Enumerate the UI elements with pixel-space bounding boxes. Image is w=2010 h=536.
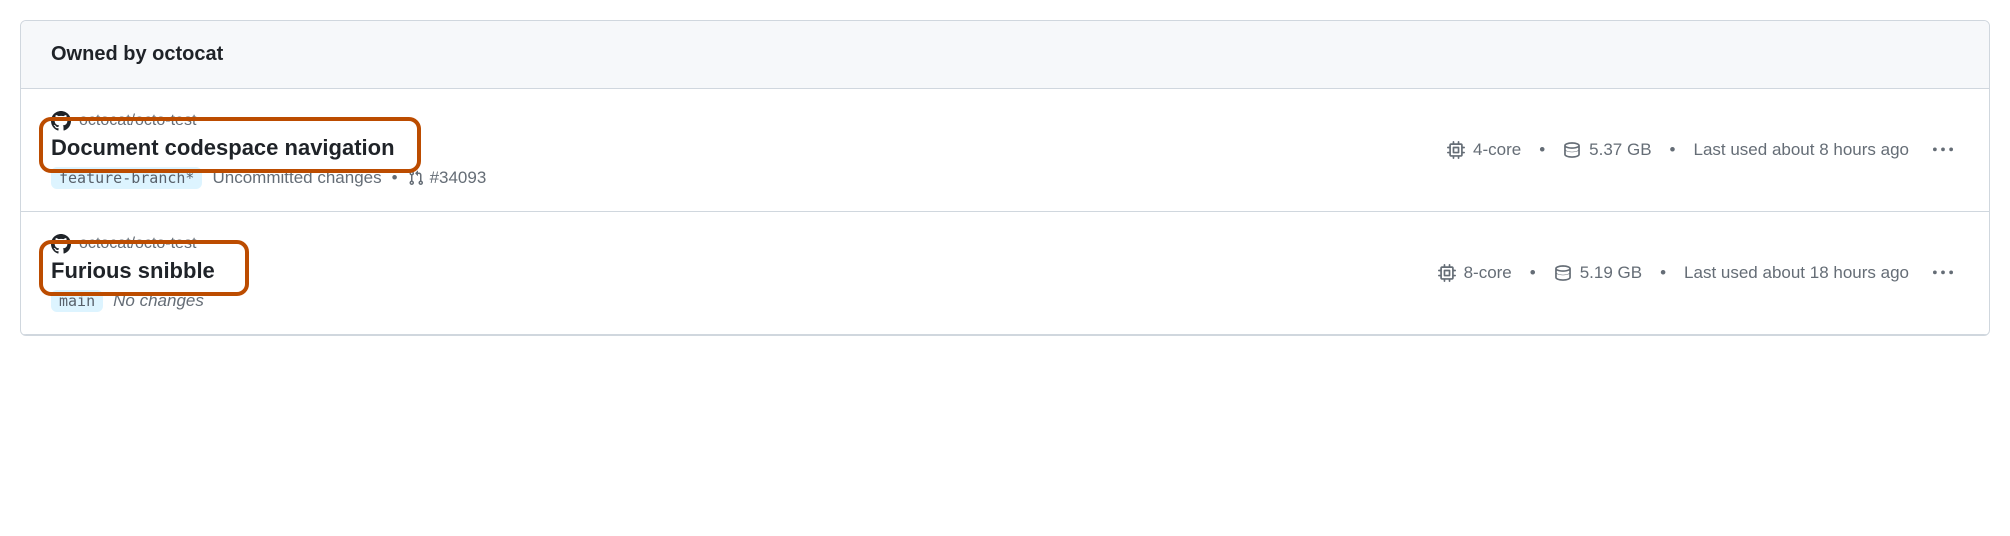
owner-avatar-icon <box>51 111 71 131</box>
commit-status: No changes <box>113 291 204 311</box>
codespace-row: octocat/octo-test Document codespace nav… <box>21 89 1989 212</box>
pull-request-link[interactable]: #34093 <box>408 168 487 188</box>
codespace-row: octocat/octo-test Furious snibble main N… <box>21 212 1989 335</box>
storage-stat: 5.19 GB <box>1554 263 1642 283</box>
repo-line: octocat/octo-test <box>51 111 486 131</box>
pull-request-number: #34093 <box>430 168 487 188</box>
separator-dot: • <box>1539 140 1545 160</box>
last-used: Last used about 8 hours ago <box>1694 140 1910 160</box>
codespace-title[interactable]: Document codespace navigation <box>51 135 486 161</box>
detail-line: feature-branch* Uncommitted changes • #3… <box>51 167 486 189</box>
owner-avatar-icon <box>51 234 71 254</box>
cpu-stat: 8-core <box>1438 263 1512 283</box>
codespace-meta: 4-core • 5.37 GB • Last used about 8 hou… <box>1447 134 1959 166</box>
separator-dot: • <box>1670 140 1676 160</box>
last-used: Last used about 18 hours ago <box>1684 263 1909 283</box>
codespace-info: octocat/octo-test Furious snibble main N… <box>51 234 215 312</box>
separator-dot: • <box>1660 263 1666 283</box>
storage-value: 5.19 GB <box>1580 263 1642 283</box>
database-icon <box>1554 264 1572 282</box>
cpu-value: 8-core <box>1464 263 1512 283</box>
codespace-meta: 8-core • 5.19 GB • Last used about 18 ho… <box>1438 257 1959 289</box>
storage-value: 5.37 GB <box>1589 140 1651 160</box>
cpu-icon <box>1447 141 1465 159</box>
commit-status: Uncommitted changes <box>212 168 381 188</box>
codespaces-panel: Owned by octocat octocat/octo-test Docum… <box>20 20 1990 336</box>
panel-title: Owned by octocat <box>51 43 1959 66</box>
storage-stat: 5.37 GB <box>1563 140 1651 160</box>
codespace-info: octocat/octo-test Document codespace nav… <box>51 111 486 189</box>
database-icon <box>1563 141 1581 159</box>
repo-path[interactable]: octocat/octo-test <box>79 112 196 130</box>
pull-request-icon <box>408 170 424 186</box>
separator-dot: • <box>392 168 398 188</box>
branch-chip[interactable]: feature-branch* <box>51 167 202 189</box>
cpu-value: 4-core <box>1473 140 1521 160</box>
kebab-menu-button[interactable] <box>1927 257 1959 289</box>
panel-header: Owned by octocat <box>21 21 1989 89</box>
branch-chip[interactable]: main <box>51 290 103 312</box>
detail-line: main No changes <box>51 290 215 312</box>
codespace-title[interactable]: Furious snibble <box>51 258 215 284</box>
repo-path[interactable]: octocat/octo-test <box>79 235 196 253</box>
cpu-icon <box>1438 264 1456 282</box>
repo-line: octocat/octo-test <box>51 234 215 254</box>
separator-dot: • <box>1530 263 1536 283</box>
cpu-stat: 4-core <box>1447 140 1521 160</box>
kebab-menu-button[interactable] <box>1927 134 1959 166</box>
